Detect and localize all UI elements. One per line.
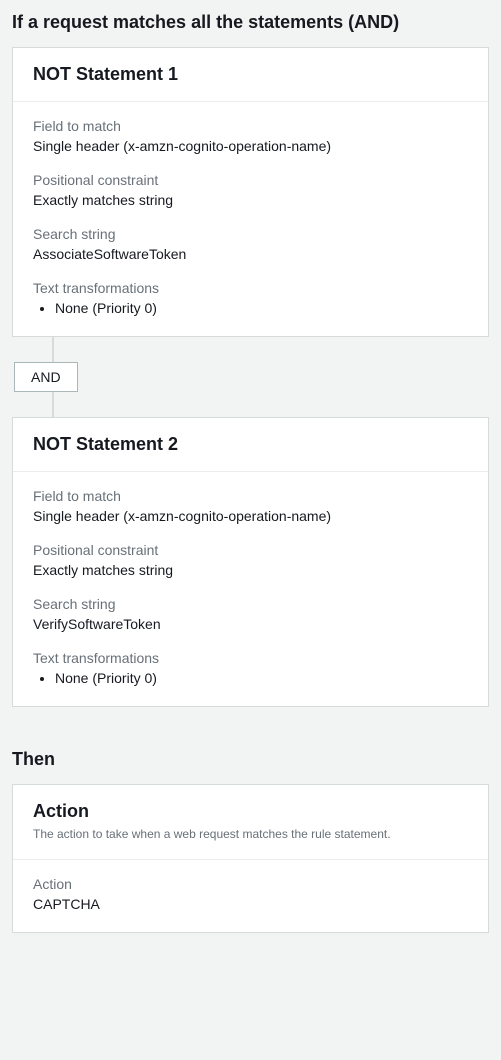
text-transformations-list: None (Priority 0): [33, 300, 468, 316]
search-string-value: AssociateSoftwareToken: [33, 246, 468, 262]
statement-2-title: NOT Statement 2: [33, 434, 468, 455]
text-transformations-label: Text transformations: [33, 280, 468, 296]
text-transformations-item: None (Priority 0): [55, 300, 468, 316]
field-to-match-value: Single header (x-amzn-cognito-operation-…: [33, 138, 468, 154]
positional-constraint-group-2: Positional constraint Exactly matches st…: [33, 542, 468, 578]
action-subtitle: The action to take when a web request ma…: [33, 826, 468, 843]
then-section: Then Action The action to take when a we…: [12, 749, 489, 933]
positional-constraint-group: Positional constraint Exactly matches st…: [33, 172, 468, 208]
field-to-match-label-2: Field to match: [33, 488, 468, 504]
statement-card-1: NOT Statement 1 Field to match Single he…: [12, 47, 489, 337]
field-to-match-group-2: Field to match Single header (x-amzn-cog…: [33, 488, 468, 524]
statement-1-body: Field to match Single header (x-amzn-cog…: [13, 102, 488, 336]
positional-constraint-value-2: Exactly matches string: [33, 562, 468, 578]
statement-2-body: Field to match Single header (x-amzn-cog…: [13, 472, 488, 706]
search-string-group: Search string AssociateSoftwareToken: [33, 226, 468, 262]
field-to-match-label: Field to match: [33, 118, 468, 134]
field-to-match-value-2: Single header (x-amzn-cognito-operation-…: [33, 508, 468, 524]
action-label: Action: [33, 876, 468, 892]
statement-1-title: NOT Statement 1: [33, 64, 468, 85]
search-string-value-2: VerifySoftwareToken: [33, 616, 468, 632]
statement-card-2: NOT Statement 2 Field to match Single he…: [12, 417, 489, 707]
text-transformations-label-2: Text transformations: [33, 650, 468, 666]
action-card: Action The action to take when a web req…: [12, 784, 489, 933]
if-section-title: If a request matches all the statements …: [12, 12, 489, 33]
and-connector: AND: [12, 337, 489, 417]
text-transformations-list-2: None (Priority 0): [33, 670, 468, 686]
then-section-title: Then: [12, 749, 489, 770]
field-to-match-group: Field to match Single header (x-amzn-cog…: [33, 118, 468, 154]
text-transformations-item-2: None (Priority 0): [55, 670, 468, 686]
action-header-title: Action: [33, 801, 468, 822]
search-string-label: Search string: [33, 226, 468, 242]
if-section: If a request matches all the statements …: [12, 12, 489, 707]
statement-2-header: NOT Statement 2: [13, 418, 488, 472]
action-value: CAPTCHA: [33, 896, 468, 912]
search-string-label-2: Search string: [33, 596, 468, 612]
text-transformations-group: Text transformations None (Priority 0): [33, 280, 468, 316]
positional-constraint-label: Positional constraint: [33, 172, 468, 188]
action-card-body: Action CAPTCHA: [13, 860, 488, 932]
search-string-group-2: Search string VerifySoftwareToken: [33, 596, 468, 632]
and-badge: AND: [14, 362, 78, 392]
text-transformations-group-2: Text transformations None (Priority 0): [33, 650, 468, 686]
positional-constraint-value: Exactly matches string: [33, 192, 468, 208]
action-card-header: Action The action to take when a web req…: [13, 785, 488, 860]
statement-1-header: NOT Statement 1: [13, 48, 488, 102]
positional-constraint-label-2: Positional constraint: [33, 542, 468, 558]
action-group: Action CAPTCHA: [33, 876, 468, 912]
